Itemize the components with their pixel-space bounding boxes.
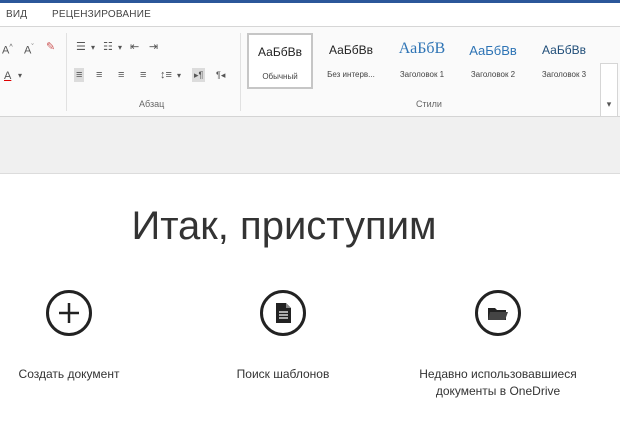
line-spacing-dropdown-icon[interactable]: ▾ [177,69,181,83]
grow-font-icon[interactable]: A^ [2,41,13,58]
font-color-icon[interactable]: A [4,69,11,83]
document-icon [260,290,306,336]
chevron-down-icon: ▾ [606,99,612,109]
ribbon: A^ Aˇ ✎ A ▾ ☰ ▾ ☷ ▾ ⇤ ⇥ ≡ ≡ ≡ ≡ ↕≡ ▾ ▸¶ … [0,27,620,117]
style-sample: АаБбВ [398,40,446,57]
style-sample: АаБбВв [258,45,302,59]
ribbon-tabs: ВИД РЕЦЕНЗИРОВАНИЕ [0,3,620,27]
style-name: Заголовок 1 [399,70,445,79]
bullets-dropdown-icon[interactable]: ▾ [91,41,95,55]
style-sample: АаБбВв [329,43,373,57]
bullets-icon[interactable]: ☰ [76,40,86,54]
line-spacing-icon[interactable]: ↕≡ [160,68,172,82]
recent-onedrive-label: Недавно использовавшиеся документы в One… [419,367,577,398]
tab-review[interactable]: РЕЦЕНЗИРОВАНИЕ [52,9,151,20]
group-separator [240,33,241,111]
tab-view[interactable]: ВИД [6,9,27,20]
clear-format-icon[interactable]: ✎ [46,40,55,54]
justify-icon[interactable]: ≡ [140,68,146,82]
create-document-label: Создать документ [18,367,120,381]
align-left-icon[interactable]: ≡ [74,68,85,82]
style-normal[interactable]: АаБбВв Обычный [247,33,313,89]
font-color-dropdown-icon[interactable]: ▾ [18,69,22,83]
search-templates-label: Поиск шаблонов [236,367,330,381]
group-separator [66,33,67,111]
align-center-icon[interactable]: ≡ [96,68,102,82]
numbering-icon[interactable]: ☷ [103,40,113,54]
rtl-icon[interactable]: ¶◂ [216,68,225,82]
folder-icon [475,290,521,336]
align-right-icon[interactable]: ≡ [118,68,124,82]
plus-circle-icon [46,290,92,336]
style-name: Заголовок 3 [541,70,587,79]
styles-group-label: Стили [416,99,442,109]
decrease-indent-icon[interactable]: ⇤ [130,40,139,54]
style-name: Обычный [262,72,298,81]
create-document-button[interactable]: Создать документ [0,290,138,383]
style-sample: АаБбВв [542,43,586,57]
style-heading-3[interactable]: АаБбВв Заголовок 3 [531,33,597,89]
style-name: Заголовок 2 [470,70,516,79]
ltr-icon[interactable]: ▸¶ [192,68,206,82]
search-templates-button[interactable]: Поиск шаблонов [213,290,353,383]
shrink-font-icon[interactable]: Aˇ [24,41,34,58]
paragraph-group-label: Абзац [139,99,165,109]
increase-indent-icon[interactable]: ⇥ [149,40,158,54]
recent-onedrive-button[interactable]: Недавно использовавшиеся документы в One… [404,290,592,400]
style-no-spacing[interactable]: АаБбВв Без интерв... [318,33,384,89]
style-heading-2[interactable]: АаБбВв Заголовок 2 [460,33,526,89]
styles-gallery-more[interactable]: ▾ [600,63,618,117]
numbering-dropdown-icon[interactable]: ▾ [118,41,122,55]
style-name: Без интерв... [327,70,375,79]
ruler-area [0,117,620,174]
style-heading-1[interactable]: АаБбВ Заголовок 1 [389,33,455,89]
page-title: Итак, приступим [131,204,437,248]
style-sample: АаБбВв [469,43,517,58]
